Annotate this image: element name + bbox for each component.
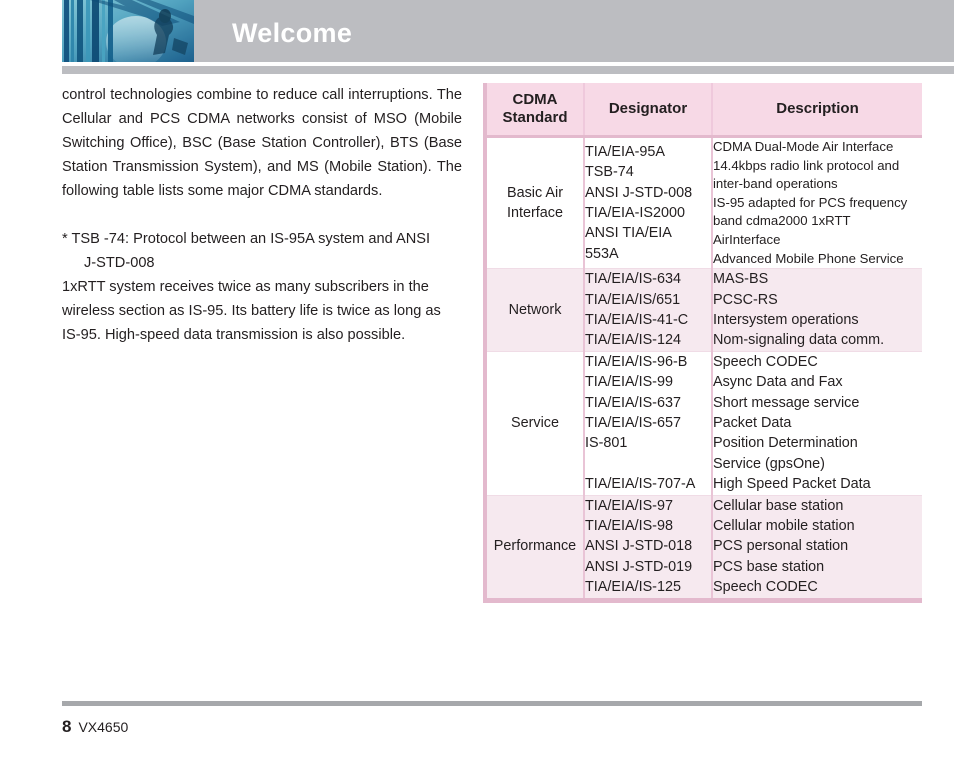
cell-designator-performance: TIA/EIA/IS-97 TIA/EIA/IS-98 ANSI J-STD-0… xyxy=(584,495,713,603)
cell-standard-basic-air-interface: Basic Air Interface xyxy=(487,136,585,270)
cell-description-basic-air-interface: CDMA Dual-Mode Air Interface 14.4kbps ra… xyxy=(712,136,922,270)
cell-designator-network: TIA/EIA/IS-634 TIA/EIA/IS/651 TIA/EIA/IS… xyxy=(584,268,713,352)
footer-divider-rule xyxy=(62,701,922,706)
left-text-column: control technologies combine to reduce c… xyxy=(62,83,462,347)
cell-designator-service: TIA/EIA/IS-96-B TIA/EIA/IS-99 TIA/EIA/IS… xyxy=(584,351,713,496)
footer-text: 8 VX4650 xyxy=(62,717,128,737)
cell-description-service: Speech CODEC Async Data and Fax Short me… xyxy=(712,351,922,496)
header-gray-band xyxy=(62,0,954,62)
footnote-line-1: TSB -74: Protocol between an IS-95A syst… xyxy=(71,231,431,247)
footnote-tsb74: * TSB -74: Protocol between an IS-95A sy… xyxy=(62,227,462,275)
column-header-cdma-standard: CDMA Standard xyxy=(487,83,585,138)
cell-standard-performance: Performance xyxy=(487,495,585,603)
table-row: Basic Air Interface TIA/EIA-95A TSB-74 A… xyxy=(487,136,922,270)
paragraph-1xrtt: 1xRTT system receives twice as many subs… xyxy=(62,279,441,343)
footer-model-name: VX4650 xyxy=(78,719,129,735)
cell-description-network: MAS-BS PCSC-RS Intersystem operations No… xyxy=(712,268,922,352)
cdma-standards-table: CDMA Standard Designator Description Bas… xyxy=(483,83,922,603)
cell-designator-basic-air-interface: TIA/EIA-95A TSB-74 ANSI J-STD-008 TIA/EI… xyxy=(584,136,713,270)
table-row: Performance TIA/EIA/IS-97 TIA/EIA/IS-98 … xyxy=(487,495,922,603)
designator-blank-line xyxy=(585,454,711,474)
footnote-marker: * xyxy=(62,231,68,247)
header-divider-rule xyxy=(62,66,954,74)
cell-standard-network: Network xyxy=(487,268,585,352)
page-title: Welcome xyxy=(232,18,353,48)
table-row: Service TIA/EIA/IS-96-B TIA/EIA/IS-99 TI… xyxy=(487,351,922,496)
header-photo xyxy=(62,0,194,62)
cell-description-performance: Cellular base station Cellular mobile st… xyxy=(712,495,922,603)
table-header-row: CDMA Standard Designator Description xyxy=(487,83,922,138)
paragraph-intro: control technologies combine to reduce c… xyxy=(62,87,462,199)
cell-standard-service: Service xyxy=(487,351,585,496)
column-header-description: Description xyxy=(712,83,922,138)
footnote-line-2: J-STD-008 xyxy=(84,255,155,271)
table-row: Network TIA/EIA/IS-634 TIA/EIA/IS/651 TI… xyxy=(487,268,922,352)
table-body: Basic Air Interface TIA/EIA-95A TSB-74 A… xyxy=(487,136,922,603)
page-header: Welcome xyxy=(0,0,954,62)
footer-page-number: 8 xyxy=(62,717,72,736)
column-header-designator: Designator xyxy=(584,83,713,138)
